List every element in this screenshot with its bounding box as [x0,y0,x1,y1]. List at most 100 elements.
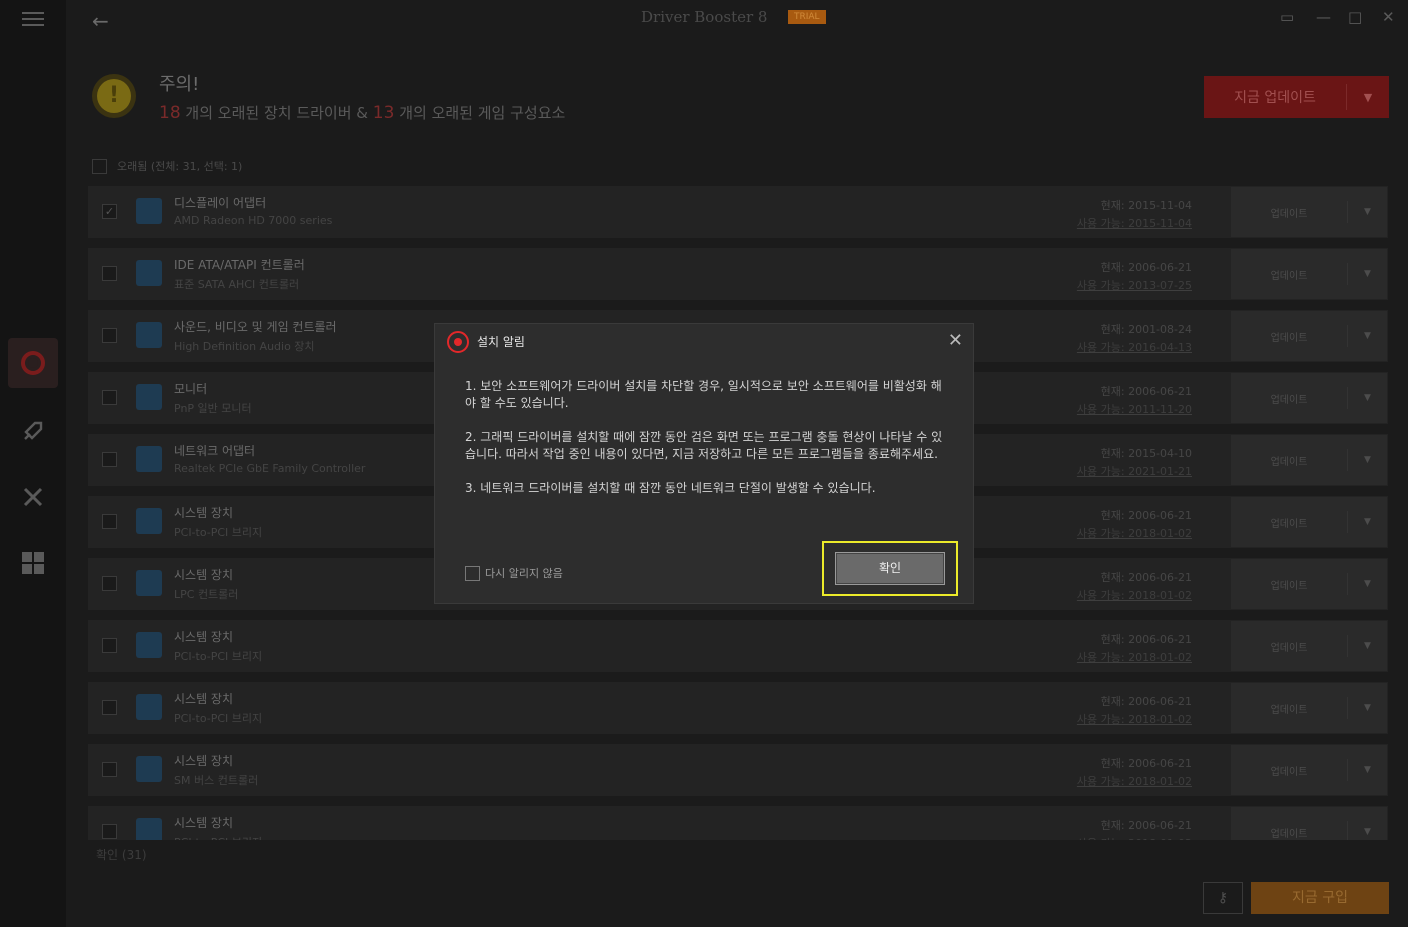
chevron-down-icon[interactable]: ▼ [1347,91,1389,104]
chevron-down-icon[interactable]: ▼ [1348,455,1387,465]
minimize-icon[interactable]: — [1316,8,1331,26]
sidebar-item-tools[interactable] [8,472,58,522]
chevron-down-icon[interactable]: ▼ [1348,331,1387,341]
outdated-game-count: 13 [372,103,395,123]
driver-name: 시스템 장치 [174,816,234,830]
update-driver-label: 업데이트 [1270,828,1308,840]
driver-checkbox[interactable] [102,762,117,777]
driver-checkbox[interactable] [102,452,117,467]
license-key-button[interactable]: ⚷ [1203,882,1243,914]
buy-now-button[interactable]: 지금 구입 [1251,882,1389,914]
select-all-checkbox[interactable] [92,158,107,174]
available-version-date[interactable]: 사용 가능: 2018-01-02 [1077,649,1192,665]
driver-checkbox[interactable] [102,700,117,715]
driver-row[interactable]: 시스템 장치 PCI-to-PCI 브리지 현재: 2006-06-21 사용 가능:… [88,806,1388,840]
update-driver-button[interactable]: 업데이트 ▼ [1231,807,1387,840]
menu-icon[interactable] [22,12,44,30]
chevron-down-icon[interactable]: ▼ [1348,641,1387,651]
available-version-date[interactable]: 사용 가능: 2021-01-21 [1077,463,1192,479]
chevron-down-icon[interactable]: ▼ [1348,827,1387,837]
update-driver-button[interactable]: 업데이트 ▼ [1231,311,1387,361]
outdated-device-text: 개의 오래된 장치 드라이버 & [185,104,368,122]
available-version-date[interactable]: 사용 가능: 2018-01-02 [1077,587,1192,603]
device-icon [136,322,162,348]
device-icon [136,570,162,596]
driver-checkbox[interactable] [102,824,117,839]
driver-model: AMD Radeon HD 7000 series [174,214,333,227]
current-version-date: 현재: 2015-11-04 [1100,199,1192,212]
driver-row[interactable]: ✓ 디스플레이 어댑터 AMD Radeon HD 7000 series 현재: 2… [88,186,1388,238]
back-arrow-icon[interactable]: ← [92,9,109,33]
dont-show-again[interactable]: 다시 알리지 않음 [465,565,563,581]
available-version-date[interactable]: 사용 가능: 2013-07-25 [1077,277,1192,293]
select-all[interactable]: 오래됨 (전체: 31, 선택: 1) [92,158,242,174]
device-icon [136,632,162,658]
driver-name: 네트워크 어댑터 [174,444,256,458]
feedback-icon[interactable]: ▭ [1280,8,1294,26]
driver-name: 시스템 장치 [174,568,234,582]
lifebuoy-icon [21,351,45,375]
chevron-down-icon[interactable]: ▼ [1348,393,1387,403]
driver-model: SM 버스 컨트롤러 [174,774,259,787]
driver-name: 사운드, 비디오 및 게임 컨트롤러 [174,320,337,334]
current-version-date: 현재: 2001-08-24 [1100,323,1192,336]
update-driver-button[interactable]: 업데이트 ▼ [1231,683,1387,733]
driver-row[interactable]: 시스템 장치 PCI-to-PCI 브리지 현재: 2006-06-21 사용 가능:… [88,682,1388,734]
dialog-close-icon[interactable]: ✕ [948,332,963,350]
chevron-down-icon[interactable]: ▼ [1348,765,1387,775]
chevron-down-icon[interactable]: ▼ [1348,579,1387,589]
chevron-down-icon[interactable]: ▼ [1348,517,1387,527]
ignore-count[interactable]: 확인 (31) [96,846,147,863]
driver-checkbox[interactable] [102,266,117,281]
driver-model: PCI-to-PCI 브리지 [174,526,263,539]
update-driver-button[interactable]: 업데이트 ▼ [1231,497,1387,547]
current-version-date: 현재: 2006-06-21 [1100,385,1192,398]
sidebar-item-scan[interactable] [8,338,58,388]
install-notice-dialog: 설치 알림 ✕ 1. 보안 소프트웨어가 드라이버 설치를 차단할 경우, 일시… [434,323,974,604]
chevron-down-icon[interactable]: ▼ [1348,703,1387,713]
available-version-date[interactable]: 사용 가능: 2018-01-02 [1077,835,1192,840]
driver-row[interactable]: 시스템 장치 SM 버스 컨트롤러 현재: 2006-06-21 사용 가능: 201… [88,744,1388,796]
driver-checkbox[interactable] [102,576,117,591]
update-driver-button[interactable]: 업데이트 ▼ [1231,249,1387,299]
sidebar-item-action-center[interactable] [8,538,58,588]
current-version-date: 현재: 2006-06-21 [1100,819,1192,832]
app-title: Driver Booster 8 [641,8,768,26]
available-version-date[interactable]: 사용 가능: 2015-11-04 [1077,215,1192,231]
chevron-down-icon[interactable]: ▼ [1348,269,1387,279]
close-icon[interactable]: ✕ [1382,8,1395,26]
driver-model: PCI-to-PCI 브리지 [174,834,262,840]
update-driver-label: 업데이트 [1270,766,1308,778]
device-icon [136,384,162,410]
update-driver-button[interactable]: 업데이트 ▼ [1231,373,1387,423]
device-icon [136,260,162,286]
ok-button[interactable]: 확인 [835,552,945,585]
driver-checkbox[interactable] [102,514,117,529]
maximize-icon[interactable]: □ [1348,8,1362,26]
driver-checkbox[interactable] [102,638,117,653]
update-now-button[interactable]: 지금 업데이트 ▼ [1204,76,1389,118]
current-version-date: 현재: 2006-06-21 [1100,757,1192,770]
driver-checkbox[interactable]: ✓ [102,204,117,219]
available-version-date[interactable]: 사용 가능: 2018-01-02 [1077,525,1192,541]
chevron-down-icon[interactable]: ▼ [1348,207,1387,217]
dont-show-again-checkbox[interactable] [465,565,480,581]
update-driver-label: 업데이트 [1270,580,1308,592]
update-driver-button[interactable]: 업데이트 ▼ [1231,621,1387,671]
available-version-date[interactable]: 사용 가능: 2018-01-02 [1077,711,1192,727]
driver-checkbox[interactable] [102,328,117,343]
available-version-date[interactable]: 사용 가능: 2011-11-20 [1077,401,1192,417]
update-driver-button[interactable]: 업데이트 ▼ [1231,187,1387,237]
current-version-date: 현재: 2006-06-21 [1100,261,1192,274]
update-driver-button[interactable]: 업데이트 ▼ [1231,745,1387,795]
outdated-device-count: 18 [159,103,181,123]
driver-checkbox[interactable] [102,390,117,405]
available-version-date[interactable]: 사용 가능: 2016-04-13 [1077,339,1192,355]
driver-row[interactable]: 시스템 장치 PCI-to-PCI 브리지 현재: 2006-06-21 사용 가능:… [88,620,1388,672]
update-driver-button[interactable]: 업데이트 ▼ [1231,559,1387,609]
driver-row[interactable]: IDE ATA/ATAPI 컨트롤러 표준 SATA AHCI 컨트롤러 현재: 2… [88,248,1388,300]
outdated-game-text: 개의 오래된 게임 구성요소 [399,104,566,122]
sidebar-item-boost[interactable] [8,406,58,456]
available-version-date[interactable]: 사용 가능: 2018-01-02 [1077,773,1192,789]
update-driver-button[interactable]: 업데이트 ▼ [1231,435,1387,485]
